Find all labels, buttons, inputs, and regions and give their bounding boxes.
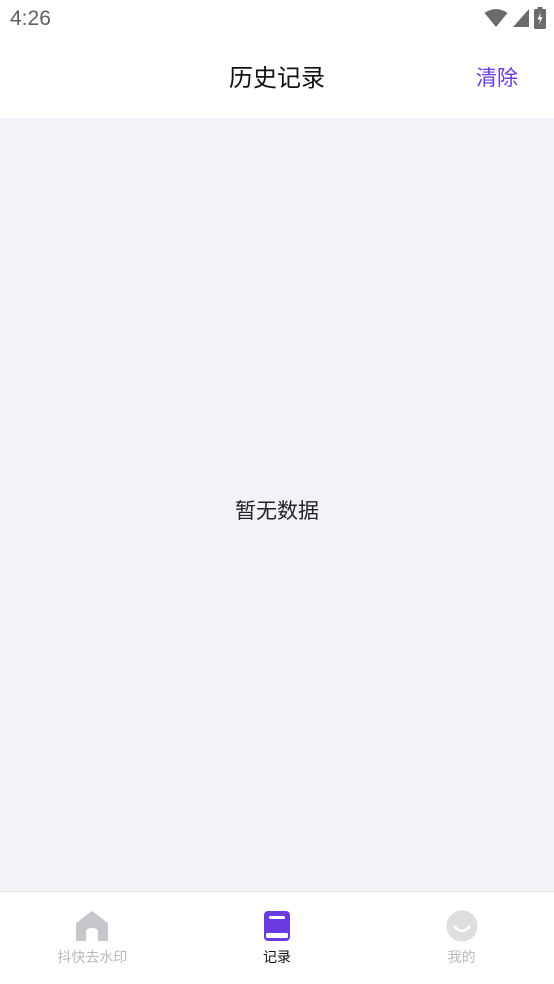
app-header: 历史记录 清除 bbox=[0, 38, 554, 118]
page-title: 历史记录 bbox=[229, 64, 325, 92]
tab-records[interactable]: 记录 bbox=[185, 892, 370, 984]
tab-home[interactable]: 抖快去水印 bbox=[0, 892, 185, 984]
tab-records-label: 记录 bbox=[263, 950, 291, 966]
battery-icon bbox=[534, 7, 546, 29]
book-icon bbox=[264, 911, 290, 941]
cellular-signal-icon bbox=[513, 9, 529, 27]
history-list-area: 暂无数据 bbox=[0, 118, 554, 891]
wifi-icon bbox=[484, 9, 508, 27]
status-time: 4:26 bbox=[10, 7, 51, 30]
smile-icon bbox=[446, 910, 478, 942]
tab-profile[interactable]: 我的 bbox=[369, 892, 554, 984]
status-bar: 4:26 bbox=[0, 0, 554, 38]
clear-button[interactable]: 清除 bbox=[476, 64, 518, 92]
screen: 4:26 历史记录 清除 暂无数据 抖快去水印 记录 我的 bbox=[0, 0, 554, 984]
empty-state-text: 暂无数据 bbox=[235, 499, 319, 523]
home-icon bbox=[76, 911, 109, 941]
status-icons bbox=[484, 7, 546, 29]
tab-profile-label: 我的 bbox=[447, 950, 476, 966]
tab-home-label: 抖快去水印 bbox=[57, 950, 128, 966]
bottom-tab-bar: 抖快去水印 记录 我的 bbox=[0, 891, 554, 984]
